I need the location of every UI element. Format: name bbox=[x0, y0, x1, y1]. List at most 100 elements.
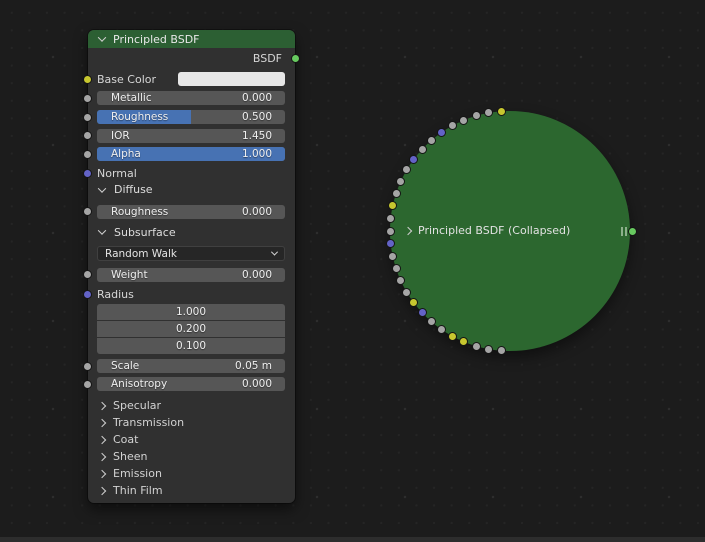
subsurface-chevron-icon bbox=[97, 226, 107, 235]
collapsed-input-socket[interactable] bbox=[391, 188, 401, 198]
collapsed-node-grip[interactable] bbox=[621, 227, 627, 236]
diffuse-roughness-value: 0.000 bbox=[241, 205, 272, 218]
ior-slider[interactable]: IOR 1.450 bbox=[97, 128, 285, 143]
coat-panel-header[interactable]: Coat bbox=[88, 432, 295, 447]
collapsed-input-socket[interactable] bbox=[409, 154, 419, 164]
coat-chevron-icon bbox=[97, 435, 107, 444]
roughness-input-socket[interactable] bbox=[83, 112, 92, 122]
subsurface-scale-label: Scale bbox=[111, 360, 140, 372]
collapsed-input-socket[interactable] bbox=[386, 213, 396, 223]
collapsed-input-socket[interactable] bbox=[471, 341, 481, 351]
principled-bsdf-collapsed-node[interactable]: Principled BSDF (Collapsed) bbox=[385, 106, 637, 356]
radius-vector-fields: 1.000 0.200 0.100 bbox=[97, 304, 285, 354]
emission-panel-label: Emission bbox=[113, 467, 162, 480]
collapsed-node-label: Principled BSDF (Collapsed) bbox=[418, 224, 571, 237]
subsurface-weight-label: Weight bbox=[111, 268, 148, 281]
collapsed-input-socket[interactable] bbox=[396, 176, 406, 186]
sheen-panel-label: Sheen bbox=[113, 450, 148, 463]
base-color-input-socket[interactable] bbox=[83, 74, 92, 84]
collapsed-input-socket[interactable] bbox=[447, 331, 457, 341]
roughness-slider[interactable]: Roughness 0.500 bbox=[97, 110, 285, 124]
collapsed-input-socket[interactable] bbox=[417, 144, 427, 154]
coat-panel-label: Coat bbox=[113, 433, 139, 446]
expand-chevron-icon[interactable] bbox=[403, 226, 413, 235]
node-title: Principled BSDF bbox=[113, 32, 200, 46]
collapsed-input-socket[interactable] bbox=[483, 108, 493, 118]
diffuse-panel-header[interactable]: Diffuse bbox=[88, 182, 295, 197]
collapsed-input-socket[interactable] bbox=[496, 106, 506, 116]
collapsed-input-socket[interactable] bbox=[385, 226, 395, 236]
collapsed-bsdf-output-socket[interactable] bbox=[628, 226, 637, 236]
sheen-chevron-icon bbox=[97, 452, 107, 461]
radius-z-field[interactable]: 0.100 bbox=[97, 338, 285, 354]
collapsed-input-socket[interactable] bbox=[388, 251, 398, 261]
emission-chevron-icon bbox=[97, 469, 107, 478]
subsurface-anisotropy-value: 0.000 bbox=[241, 378, 272, 390]
alpha-slider[interactable]: Alpha 1.000 bbox=[97, 147, 285, 161]
subsurface-method-value: Random Walk bbox=[105, 247, 177, 260]
subsurface-weight-value: 0.000 bbox=[241, 268, 272, 281]
ior-label: IOR bbox=[111, 129, 130, 142]
collapsed-input-socket[interactable] bbox=[436, 128, 446, 137]
collapsed-input-socket[interactable] bbox=[386, 239, 396, 249]
collapsed-input-socket[interactable] bbox=[471, 111, 481, 121]
subsurface-scale-value: 0.05 m bbox=[235, 360, 272, 372]
collapsed-input-socket[interactable] bbox=[426, 317, 436, 327]
transmission-panel-header[interactable]: Transmission bbox=[88, 415, 295, 430]
collapsed-input-socket[interactable] bbox=[388, 201, 398, 211]
subsurface-scale-input-socket[interactable] bbox=[83, 361, 92, 371]
subsurface-anisotropy-input-socket[interactable] bbox=[83, 379, 92, 389]
radius-row: Radius bbox=[88, 287, 295, 301]
node-header[interactable]: Principled BSDF bbox=[88, 30, 295, 48]
transmission-chevron-icon bbox=[97, 418, 107, 427]
radius-y-field[interactable]: 0.200 bbox=[97, 321, 285, 337]
subsurface-anisotropy-slider[interactable]: Anisotropy 0.000 bbox=[97, 377, 285, 391]
principled-bsdf-node[interactable]: Principled BSDF BSDF Base Color Metallic… bbox=[83, 30, 300, 503]
subsurface-weight-slider[interactable]: Weight 0.000 bbox=[97, 267, 285, 282]
collapsed-input-socket[interactable] bbox=[391, 264, 401, 274]
collapsed-input-socket[interactable] bbox=[417, 308, 427, 318]
base-color-label: Base Color bbox=[97, 72, 157, 86]
thin-film-panel-header[interactable]: Thin Film bbox=[88, 483, 295, 498]
bsdf-output-socket[interactable] bbox=[291, 53, 300, 63]
collapsed-input-socket[interactable] bbox=[447, 121, 457, 131]
normal-label: Normal bbox=[97, 166, 137, 180]
collapsed-input-socket[interactable] bbox=[459, 115, 469, 125]
collapsed-input-socket[interactable] bbox=[459, 337, 469, 347]
diffuse-roughness-slider[interactable]: Roughness 0.000 bbox=[97, 204, 285, 219]
alpha-input-socket[interactable] bbox=[83, 149, 92, 159]
emission-panel-header[interactable]: Emission bbox=[88, 466, 295, 481]
collapsed-input-socket[interactable] bbox=[396, 276, 406, 286]
collapsed-input-socket[interactable] bbox=[483, 344, 493, 354]
transmission-panel-label: Transmission bbox=[113, 416, 185, 429]
diffuse-roughness-label: Roughness bbox=[111, 205, 169, 218]
ior-input-socket[interactable] bbox=[83, 131, 92, 140]
collapsed-input-socket[interactable] bbox=[402, 165, 412, 175]
collapsed-input-socket[interactable] bbox=[409, 298, 419, 308]
metallic-label: Metallic bbox=[111, 92, 152, 104]
collapsed-input-socket[interactable] bbox=[496, 346, 506, 356]
base-color-swatch[interactable] bbox=[178, 72, 285, 86]
diffuse-roughness-input-socket[interactable] bbox=[83, 207, 92, 216]
alpha-value: 1.000 bbox=[241, 148, 272, 160]
metallic-slider[interactable]: Metallic 0.000 bbox=[97, 91, 285, 105]
bsdf-output-row: BSDF bbox=[88, 51, 295, 65]
collapsed-node-title[interactable]: Principled BSDF (Collapsed) bbox=[403, 224, 571, 237]
collapsed-input-socket[interactable] bbox=[426, 135, 436, 145]
collapsed-input-socket[interactable] bbox=[436, 324, 446, 334]
radius-x-field[interactable]: 1.000 bbox=[97, 304, 285, 320]
subsurface-weight-input-socket[interactable] bbox=[83, 270, 92, 279]
normal-input-socket[interactable] bbox=[83, 168, 92, 178]
sheen-panel-header[interactable]: Sheen bbox=[88, 449, 295, 464]
metallic-value: 0.000 bbox=[241, 92, 272, 104]
radius-input-socket[interactable] bbox=[83, 289, 92, 299]
thin-film-panel-label: Thin Film bbox=[113, 484, 163, 497]
subsurface-scale-slider[interactable]: Scale 0.05 m bbox=[97, 359, 285, 373]
subsurface-method-dropdown[interactable]: Random Walk bbox=[97, 246, 285, 261]
subsurface-panel-header[interactable]: Subsurface bbox=[88, 225, 295, 240]
thin-film-chevron-icon bbox=[97, 486, 107, 495]
collapsed-input-socket[interactable] bbox=[402, 287, 412, 297]
specular-panel-header[interactable]: Specular bbox=[88, 398, 295, 413]
collapse-chevron-icon[interactable] bbox=[97, 33, 107, 42]
metallic-input-socket[interactable] bbox=[83, 93, 92, 103]
